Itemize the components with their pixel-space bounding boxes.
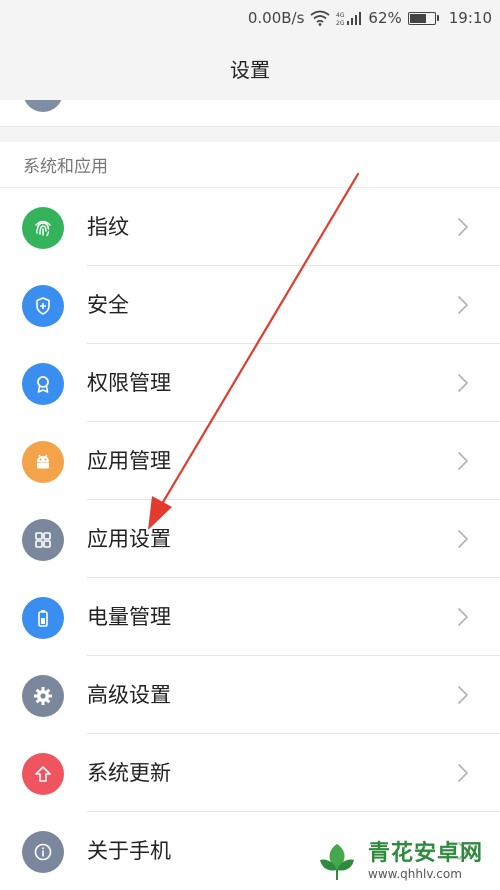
settings-item[interactable]: 高级设置: [0, 656, 500, 734]
previous-list-item[interactable]: [0, 100, 500, 127]
settings-item[interactable]: 应用设置: [0, 500, 500, 578]
chevron-right-icon: [456, 372, 470, 394]
svg-text:4G: 4G: [336, 12, 345, 19]
chevron-right-icon: [456, 528, 470, 550]
wifi-icon: [310, 10, 330, 26]
settings-item-label: 权限管理: [87, 371, 171, 395]
network-speed: 0.00B/s: [247, 9, 305, 27]
chevron-right-icon: [456, 294, 470, 316]
status-bar: 0.00B/s 4G 2G 62% 19:10: [0, 0, 500, 36]
watermark-title: 青花安卓网: [368, 840, 484, 866]
settings-item-label: 高级设置: [87, 683, 171, 707]
settings-item-label: 应用设置: [87, 527, 171, 551]
signal-icon: 4G 2G: [336, 10, 362, 26]
settings-item[interactable]: 指纹: [0, 188, 500, 266]
page-title: 设置: [230, 57, 270, 82]
battery-icon: [407, 11, 439, 25]
chevron-right-icon: [456, 606, 470, 628]
android-icon: [22, 441, 64, 483]
grid-icon: [22, 519, 64, 561]
previous-item-icon: [23, 100, 63, 112]
settings-item-label: 安全: [87, 293, 129, 317]
watermark-url: www.qhhlv.com: [368, 866, 462, 881]
battery-percent: 62%: [368, 9, 402, 27]
gear-icon: [22, 675, 64, 717]
settings-list: 指纹安全权限管理应用管理应用设置电量管理高级设置系统更新关于手机: [0, 188, 500, 890]
upload-arrow-icon: [22, 753, 64, 795]
settings-item[interactable]: 应用管理: [0, 422, 500, 500]
fingerprint-icon: [22, 207, 64, 249]
svg-text:2G: 2G: [336, 20, 345, 26]
settings-item-label: 应用管理: [87, 449, 171, 473]
watermark-logo-icon: [315, 839, 359, 884]
clock: 19:10: [448, 9, 492, 27]
chevron-right-icon: [456, 216, 470, 238]
chevron-right-icon: [456, 450, 470, 472]
shield-icon: [22, 285, 64, 327]
settings-item-label: 系统更新: [87, 761, 171, 785]
settings-item[interactable]: 安全: [0, 266, 500, 344]
chevron-right-icon: [456, 762, 470, 784]
info-icon: [22, 831, 64, 873]
settings-item[interactable]: 电量管理: [0, 578, 500, 656]
settings-item-label: 电量管理: [87, 605, 171, 629]
battery-icon: [22, 597, 64, 639]
section-header: 系统和应用: [0, 142, 500, 188]
settings-item[interactable]: 系统更新: [0, 734, 500, 812]
permission-badge-icon: [22, 363, 64, 405]
settings-item[interactable]: 权限管理: [0, 344, 500, 422]
settings-item-label: 指纹: [87, 215, 129, 239]
watermark: 青花安卓网 www.qhhlv.com: [312, 832, 500, 889]
chevron-right-icon: [456, 684, 470, 706]
settings-item-label: 关于手机: [87, 839, 171, 863]
